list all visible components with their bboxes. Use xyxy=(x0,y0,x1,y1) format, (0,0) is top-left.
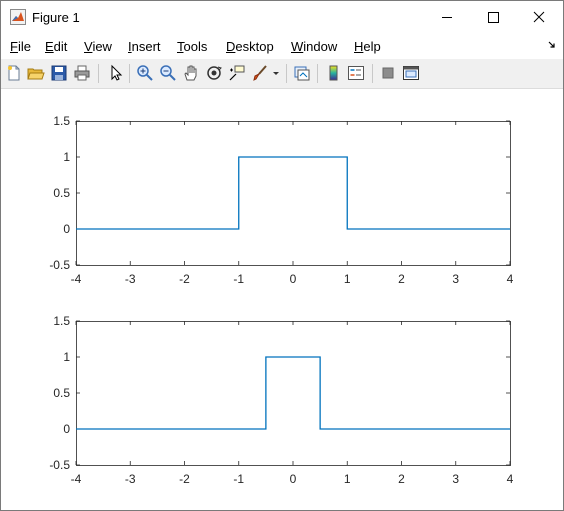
y-tick-label: 0 xyxy=(63,422,70,436)
toolbar-separator xyxy=(317,64,318,83)
zoom-in-icon xyxy=(137,65,153,81)
y-tick-label: 0.5 xyxy=(53,386,70,400)
axes-2[interactable]: -4 -3 -2 -1 0 1 2 3 4 -0.5 0 0.5 1 1.5 xyxy=(49,314,513,486)
close-button[interactable] xyxy=(516,1,562,34)
open-file-button[interactable] xyxy=(27,64,45,82)
y-tick-label: 0.5 xyxy=(53,186,70,200)
hide-plot-tools-button[interactable] xyxy=(379,64,397,82)
x-tick-label: 3 xyxy=(452,472,459,486)
y-tick-label: 1 xyxy=(63,150,70,164)
figure-window: Figure 1 File Edit View Insert Tools Des… xyxy=(0,0,564,511)
toolbar-separator xyxy=(372,64,373,83)
y-tick-label: 1.5 xyxy=(53,114,70,128)
brush-icon xyxy=(253,65,267,81)
maximize-icon xyxy=(488,12,499,23)
brush-dropdown[interactable] xyxy=(271,64,281,82)
close-icon xyxy=(533,11,545,23)
menu-help[interactable]: Help xyxy=(354,39,381,54)
x-tick-label: 0 xyxy=(290,272,297,286)
link-plot-button[interactable] xyxy=(293,64,311,82)
rotate-3d-button[interactable] xyxy=(205,64,223,82)
menu-desktop[interactable]: Desktop xyxy=(226,39,274,54)
menu-file[interactable]: File xyxy=(10,39,31,54)
open-file-icon xyxy=(27,68,45,80)
window-title: Figure 1 xyxy=(32,10,80,25)
new-figure-button[interactable] xyxy=(5,64,23,82)
y-tick-label: 0 xyxy=(63,222,70,236)
x-tick-label: 2 xyxy=(398,272,405,286)
menu-window[interactable]: Window xyxy=(291,39,337,54)
print-button[interactable] xyxy=(73,64,91,82)
toolbar-separator xyxy=(129,64,130,83)
pan-button[interactable] xyxy=(182,64,200,82)
new-figure-icon xyxy=(8,65,20,81)
x-tick-label: 2 xyxy=(398,472,405,486)
x-tick-label: -2 xyxy=(179,272,190,286)
x-tick-label: 1 xyxy=(344,472,351,486)
menu-bar: File Edit View Insert Tools Desktop Wind… xyxy=(1,34,563,59)
edit-plot-button[interactable] xyxy=(106,64,124,82)
axes-box xyxy=(76,321,511,466)
toolbar-separator xyxy=(98,64,99,83)
y-tick-label: -0.5 xyxy=(49,258,70,272)
zoom-out-icon xyxy=(160,65,176,81)
colorbar-icon xyxy=(329,65,338,81)
save-icon xyxy=(51,65,67,81)
data-cursor-button[interactable] xyxy=(228,64,246,82)
hide-plot-tools-icon xyxy=(382,67,394,79)
brush-button[interactable] xyxy=(251,64,269,82)
menu-edit[interactable]: Edit xyxy=(45,39,67,54)
edit-plot-arrow-icon xyxy=(111,64,123,81)
toolbar-separator xyxy=(286,64,287,83)
menu-view[interactable]: View xyxy=(84,39,112,54)
minimize-icon xyxy=(442,17,452,18)
x-tick-label: -4 xyxy=(71,472,82,486)
axes-1[interactable]: -4 -3 -2 -1 0 1 2 3 4 -0.5 0 0.5 1 1.5 xyxy=(49,114,513,286)
x-tick-label: -4 xyxy=(71,272,82,286)
title-bar[interactable]: Figure 1 xyxy=(1,1,563,34)
save-button[interactable] xyxy=(50,64,68,82)
axes-box xyxy=(76,121,511,266)
matlab-logo-icon xyxy=(10,9,26,25)
legend-icon xyxy=(348,66,364,80)
dock-arrow-icon[interactable] xyxy=(547,40,557,50)
x-tick-label: 3 xyxy=(452,272,459,286)
x-tick-label: -1 xyxy=(233,272,244,286)
x-tick-label: 0 xyxy=(290,472,297,486)
link-plot-icon xyxy=(294,66,310,81)
show-plot-tools-icon xyxy=(403,66,419,80)
x-tick-label: 4 xyxy=(507,272,514,286)
zoom-in-button[interactable] xyxy=(136,64,154,82)
data-cursor-icon xyxy=(229,65,245,81)
insert-legend-button[interactable] xyxy=(347,64,365,82)
y-tick-label: 1.5 xyxy=(53,314,70,328)
figure-toolbar xyxy=(1,59,563,89)
rotate-3d-icon xyxy=(207,66,222,80)
y-tick-label: 1 xyxy=(63,350,70,364)
pan-hand-icon xyxy=(184,65,197,81)
x-tick-label: -3 xyxy=(125,272,136,286)
minimize-button[interactable] xyxy=(424,1,470,34)
chevron-down-icon xyxy=(273,72,279,75)
maximize-button[interactable] xyxy=(470,1,516,34)
x-tick-label: 4 xyxy=(507,472,514,486)
x-tick-label: -2 xyxy=(179,472,190,486)
x-tick-label: -1 xyxy=(233,472,244,486)
zoom-out-button[interactable] xyxy=(159,64,177,82)
insert-colorbar-button[interactable] xyxy=(325,64,343,82)
menu-insert[interactable]: Insert xyxy=(128,39,161,54)
plots-svg: -4 -3 -2 -1 0 1 2 3 4 -0.5 0 0.5 1 1.5 -4 -3 -2 -1 0 1 2 3 4 -0… xyxy=(49,114,513,486)
print-icon xyxy=(74,65,90,81)
show-plot-tools-button[interactable] xyxy=(402,64,420,82)
y-tick-label: -0.5 xyxy=(49,458,70,472)
menu-tools[interactable]: Tools xyxy=(177,39,207,54)
figure-canvas: -4 -3 -2 -1 0 1 2 3 4 -0.5 0 0.5 1 1.5 -4 -3 -2 -1 0 1 2 3 4 -0… xyxy=(1,89,563,510)
x-tick-label: -3 xyxy=(125,472,136,486)
x-tick-label: 1 xyxy=(344,272,351,286)
